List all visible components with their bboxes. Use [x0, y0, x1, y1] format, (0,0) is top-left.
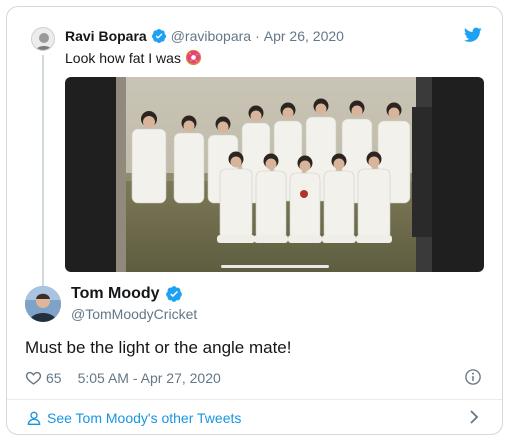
- see-other-tweets-label[interactable]: See Tom Moody's other Tweets: [47, 410, 241, 426]
- quoted-author-handle[interactable]: @ravibopara: [171, 28, 251, 44]
- tweet-text: Must be the light or the angle mate!: [25, 338, 292, 357]
- tom-moody-avatar[interactable]: [25, 286, 61, 322]
- info-icon[interactable]: [464, 368, 482, 386]
- team-photo-image: [116, 77, 432, 272]
- donut-emoji-icon: [185, 49, 202, 66]
- tweet-timestamp[interactable]: 5:05 AM - Apr 27, 2020: [78, 370, 221, 386]
- media-progress-bar: [221, 265, 329, 268]
- twitter-bird-icon[interactable]: [464, 27, 482, 43]
- ravi-bopara-avatar[interactable]: [31, 27, 55, 51]
- separator-dot: ·: [255, 28, 260, 44]
- heart-icon[interactable]: [25, 369, 42, 386]
- embedded-tweet-card: Ravi Bopara @ravibopara · Apr 26, 2020 L…: [6, 6, 503, 435]
- verified-badge-icon: [165, 286, 182, 302]
- see-other-tweets-link[interactable]: See Tom Moody's other Tweets: [7, 400, 502, 434]
- quoted-tweet-text: Look how fat I was: [65, 49, 202, 66]
- thread-line: [42, 55, 44, 287]
- quoted-author-name[interactable]: Ravi Bopara: [65, 28, 147, 44]
- author-handle[interactable]: @TomMoodyCricket: [71, 306, 197, 322]
- like-count[interactable]: 65: [46, 370, 62, 386]
- tweet-meta-row: 65 5:05 AM - Apr 27, 2020: [25, 369, 221, 386]
- chevron-right-icon: [470, 410, 479, 424]
- quoted-tweet-media[interactable]: [65, 77, 484, 272]
- author-name[interactable]: Tom Moody: [71, 285, 160, 303]
- author-name-row: Tom Moody: [71, 285, 187, 303]
- verified-badge-icon: [151, 29, 166, 43]
- quoted-tweet-header: Ravi Bopara @ravibopara · Apr 26, 2020: [65, 28, 344, 44]
- user-icon: [27, 411, 41, 425]
- quoted-tweet-date[interactable]: Apr 26, 2020: [264, 28, 344, 44]
- quoted-tweet-body: Look how fat I was: [65, 49, 181, 66]
